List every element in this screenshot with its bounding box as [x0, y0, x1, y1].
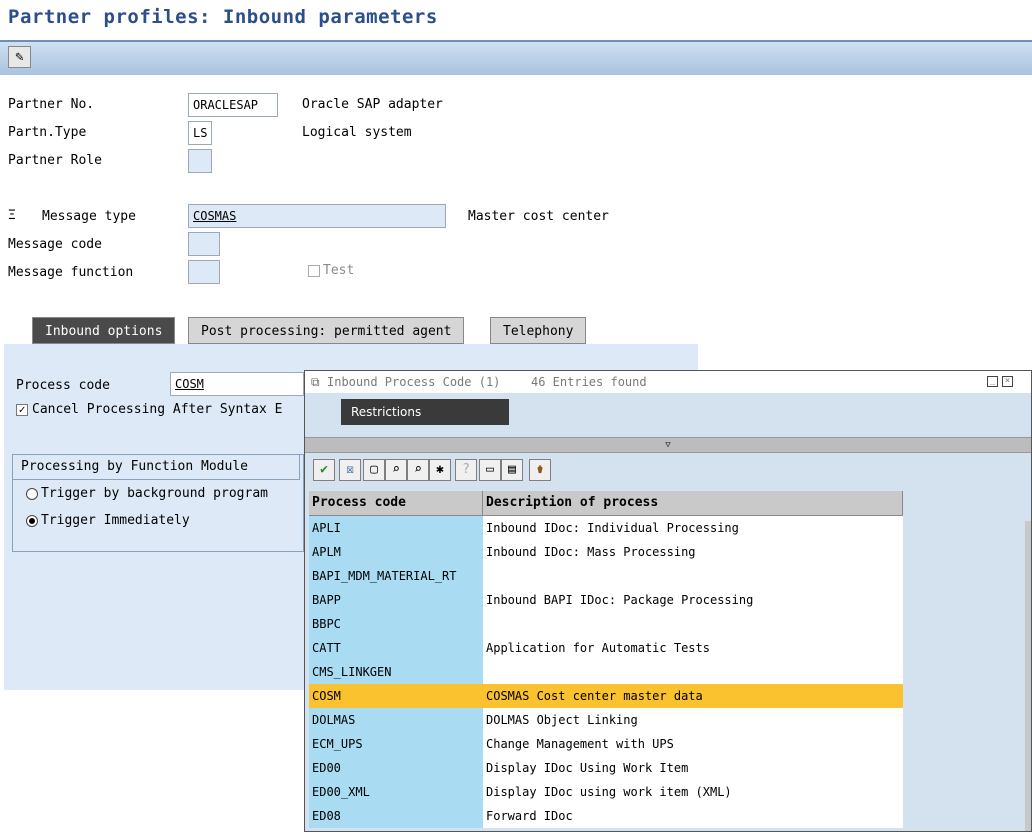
process-code-cell[interactable]: ED00	[309, 756, 483, 780]
description-cell[interactable]: Inbound IDoc: Individual Processing	[483, 516, 903, 540]
process-code-cell[interactable]: APLM	[309, 540, 483, 564]
partner-type-field[interactable]: LS	[188, 121, 212, 145]
description-cell[interactable]: Change Management with UPS	[483, 732, 903, 756]
description-cell[interactable]: Forward IDoc	[483, 804, 903, 828]
cancel-processing-checkbox[interactable]: ✓	[16, 404, 28, 416]
list-row[interactable]: ED00 Display IDoc Using Work Item	[309, 756, 903, 780]
partner-no-description: Oracle SAP adapter	[302, 97, 443, 112]
description-cell[interactable]: COSMAS Cost center master data	[483, 684, 903, 708]
display-change-icon[interactable]: ✎	[8, 46, 31, 68]
description-cell[interactable]: Display IDoc Using Work Item	[483, 756, 903, 780]
process-code-cell[interactable]: COSM	[309, 684, 483, 708]
process-code-list: Process code Description of process APLI…	[309, 491, 903, 828]
partner-type-description: Logical system	[302, 125, 412, 140]
process-code-field[interactable]: COSM	[170, 372, 304, 396]
check-icon[interactable]: ✔	[313, 459, 335, 481]
process-code-cell[interactable]: ED08	[309, 804, 483, 828]
list-row[interactable]: CATT Application for Automatic Tests	[309, 636, 903, 660]
test-label: Test	[323, 263, 355, 278]
description-cell[interactable]: Application for Automatic Tests	[483, 636, 903, 660]
column-header-description[interactable]: Description of process	[483, 491, 903, 515]
radio-trigger-background[interactable]	[26, 488, 38, 500]
tab-telephony[interactable]: Telephony	[490, 317, 587, 344]
list-row[interactable]: ED00_XML Display IDoc using work item (XM…	[309, 780, 903, 804]
filter-icon[interactable]: ⚱	[529, 459, 551, 481]
list-row[interactable]: CMS_LINKGEN	[309, 660, 903, 684]
radio-trigger-immediately-label: Trigger Immediately	[41, 513, 190, 528]
process-code-cell[interactable]: APLI	[309, 516, 483, 540]
partner-no-field[interactable]: ORACLESAP	[188, 93, 278, 117]
page-title: Partner profiles: Inbound parameters	[8, 6, 438, 28]
list-row[interactable]: ECM_UPS Change Management with UPS	[309, 732, 903, 756]
application-toolbar: ✎	[0, 40, 1032, 75]
description-cell[interactable]	[483, 660, 903, 684]
column-header-process-code[interactable]: Process code	[309, 491, 483, 515]
process-code-cell[interactable]: ECM_UPS	[309, 732, 483, 756]
help-icon[interactable]: ?	[455, 459, 477, 481]
message-code-label: Message code	[8, 237, 102, 252]
message-type-icon: Ξ	[8, 208, 16, 223]
popup-window-icon: ⧉	[311, 375, 320, 389]
popup-entries-found: 46 Entries found	[531, 375, 647, 389]
radio-trigger-background-label: Trigger by background program	[41, 486, 268, 501]
list-row[interactable]: APLM Inbound IDoc: Mass Processing	[309, 540, 903, 564]
process-code-cell[interactable]: ED00_XML	[309, 780, 483, 804]
find-icon[interactable]: ⌕	[385, 459, 407, 481]
popup-title-bar: ⧉ Inbound Process Code (1) 46 Entries fo…	[305, 371, 1031, 394]
message-function-label: Message function	[8, 265, 134, 280]
partner-no-label: Partner No.	[8, 97, 95, 112]
settings-icon[interactable]: ✱	[429, 459, 451, 481]
list-row[interactable]: ED08 Forward IDoc	[309, 804, 903, 828]
process-code-cell[interactable]: BAPI_MDM_MATERIAL_RT	[309, 564, 483, 588]
message-function-field[interactable]	[188, 260, 220, 284]
list-row[interactable]: BAPI_MDM_MATERIAL_RT	[309, 564, 903, 588]
process-code-cell[interactable]: BAPP	[309, 588, 483, 612]
description-cell[interactable]: Inbound IDoc: Mass Processing	[483, 540, 903, 564]
partner-role-label: Partner Role	[8, 153, 102, 168]
description-cell[interactable]: DOLMAS Object Linking	[483, 708, 903, 732]
new-page-icon[interactable]: ▢	[363, 459, 385, 481]
test-checkbox[interactable]	[308, 265, 320, 277]
find-next-icon[interactable]: ⌕	[407, 459, 429, 481]
search-help-popup: ⧉ Inbound Process Code (1) 46 Entries fo…	[304, 370, 1032, 832]
popup-title: Inbound Process Code (1)	[327, 375, 501, 389]
message-type-description: Master cost center	[468, 209, 609, 224]
description-cell[interactable]: Inbound BAPI IDoc: Package Processing	[483, 588, 903, 612]
list-header: Process code Description of process	[309, 491, 903, 516]
description-cell[interactable]: Display IDoc using work item (XML)	[483, 780, 903, 804]
expand-restrictions-handle[interactable]: ▽	[305, 437, 1031, 453]
print-icon[interactable]: ▭	[479, 459, 501, 481]
list-row[interactable]: APLI Inbound IDoc: Individual Processing	[309, 516, 903, 540]
list-icon[interactable]: ▤	[501, 459, 523, 481]
message-code-field[interactable]	[188, 232, 220, 256]
list-row[interactable]: BBPC	[309, 612, 903, 636]
minimize-icon[interactable]: _	[987, 376, 998, 387]
cancel-processing-label: Cancel Processing After Syntax E	[32, 402, 283, 417]
radio-trigger-immediately[interactable]	[26, 515, 38, 527]
message-type-field[interactable]: COSMAS	[188, 204, 446, 228]
description-cell[interactable]	[483, 564, 903, 588]
list-row[interactable]: BAPP Inbound BAPI IDoc: Package Processin…	[309, 588, 903, 612]
vertical-scrollbar[interactable]	[1025, 521, 1031, 831]
description-cell[interactable]	[483, 612, 903, 636]
list-row[interactable]: COSM COSMAS Cost center master data	[309, 684, 903, 708]
process-code-cell[interactable]: DOLMAS	[309, 708, 483, 732]
process-code-cell[interactable]: CATT	[309, 636, 483, 660]
tab-post-processing[interactable]: Post processing: permitted agent	[188, 317, 465, 344]
message-type-label: Message type	[42, 209, 136, 224]
process-code-label: Process code	[16, 378, 110, 393]
partner-type-label: Partn.Type	[8, 125, 87, 140]
restrictions-tab[interactable]: Restrictions	[341, 399, 509, 425]
close-icon[interactable]: ×	[1002, 376, 1013, 387]
cancel-icon[interactable]: ☒	[339, 459, 361, 481]
process-code-cell[interactable]: CMS_LINKGEN	[309, 660, 483, 684]
processing-group-title: Processing by Function Module	[12, 454, 300, 480]
restrictions-bar: Restrictions	[305, 393, 1031, 429]
list-row[interactable]: DOLMAS DOLMAS Object Linking	[309, 708, 903, 732]
tab-inbound-options[interactable]: Inbound options	[32, 317, 176, 344]
partner-role-field[interactable]	[188, 149, 212, 173]
process-code-cell[interactable]: BBPC	[309, 612, 483, 636]
